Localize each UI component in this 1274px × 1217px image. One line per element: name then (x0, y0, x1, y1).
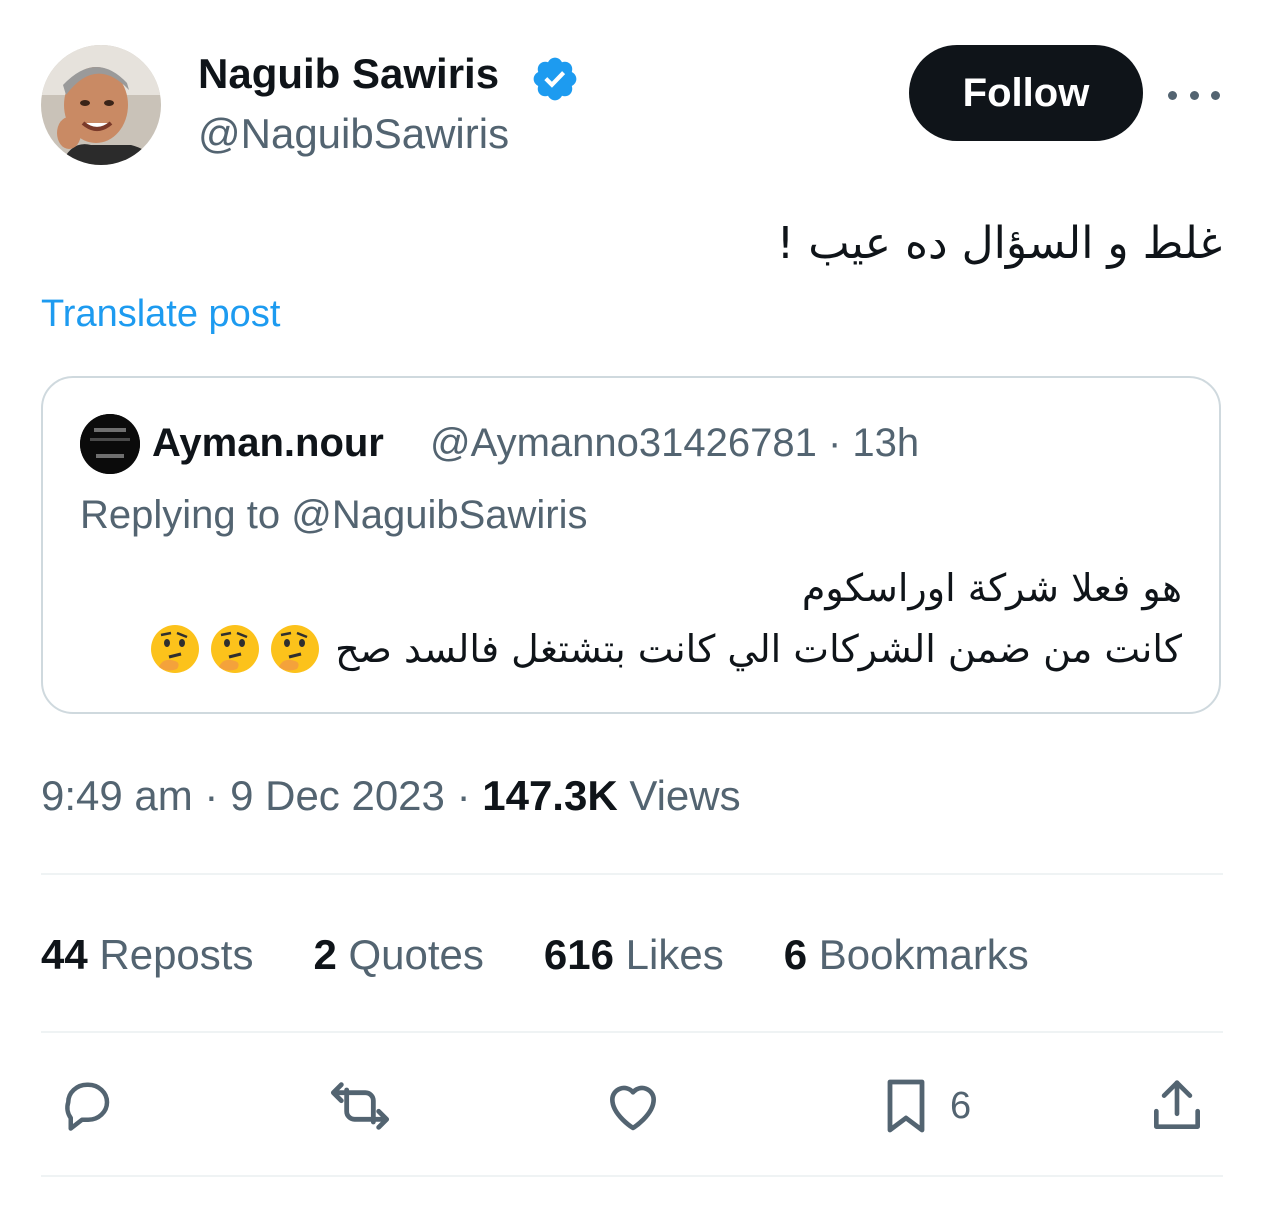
follow-button[interactable]: Follow (909, 45, 1143, 141)
quotes-count: 2 (313, 931, 337, 978)
quotes-stat[interactable]: 2 Quotes (313, 928, 483, 982)
engagement-stats: 44 Reposts 2 Quotes 616 Likes 6 Bookmark… (41, 928, 1089, 982)
thinking-face-icon (151, 625, 200, 673)
replying-prefix: Replying to (80, 493, 292, 537)
bookmark-icon[interactable] (874, 1074, 938, 1138)
heart-icon[interactable] (601, 1074, 665, 1138)
quote-text-line-1: هو فعلا شركة اوراسكوم (801, 566, 1182, 610)
verified-badge-icon (530, 54, 580, 104)
author-handle[interactable]: @NaguibSawiris (198, 108, 509, 160)
divider (41, 1031, 1223, 1033)
more-horizontal-icon[interactable] (1168, 78, 1220, 112)
thinking-face-icon (271, 625, 320, 673)
views-count: 147.3K (482, 772, 618, 819)
divider (41, 873, 1223, 875)
bookmarks-stat[interactable]: 6 Bookmarks (784, 928, 1029, 982)
reply-icon[interactable] (55, 1074, 119, 1138)
thinking-emoji-group (141, 623, 321, 675)
post-text: غلط و السؤال ده عيب ! (776, 218, 1222, 269)
likes-count: 616 (543, 931, 614, 978)
bookmark-count: 6 (950, 1085, 972, 1127)
quote-author-meta: @Aymanno31426781 · 13h (430, 421, 920, 465)
replying-handle: @NaguibSawiris (291, 493, 588, 537)
time-date: 9:49 am · 9 Dec 2023 · (41, 772, 483, 819)
quote-text-line-2: كانت من ضمن الشركات الي كانت بتشتغل فالس… (141, 620, 1182, 678)
share-icon[interactable] (1145, 1074, 1209, 1138)
likes-stat[interactable]: 616 Likes (544, 928, 724, 982)
reposts-label: Reposts (87, 931, 254, 978)
reposts-stat[interactable]: 44 Reposts (41, 928, 253, 982)
quote-author-avatar[interactable] (80, 414, 140, 474)
author-name[interactable]: Naguib Sawiris (198, 48, 499, 100)
quote-replying-to: Replying to @NaguibSawiris (80, 490, 588, 540)
bookmarks-label: Bookmarks (807, 931, 1029, 978)
author-avatar[interactable] (41, 45, 161, 165)
likes-label: Likes (614, 931, 724, 978)
post-timestamp[interactable]: 9:49 am · 9 Dec 2023 · 147.3K Views (41, 770, 741, 822)
translate-post-link[interactable]: Translate post (41, 290, 280, 338)
bookmarks-count: 6 (783, 931, 808, 978)
repost-icon[interactable] (328, 1074, 392, 1138)
quote-text-line-2-text: كانت من ضمن الشركات الي كانت بتشتغل فالس… (335, 627, 1182, 671)
views-label: Views (617, 772, 741, 819)
reposts-count: 44 (41, 931, 88, 978)
divider (41, 1175, 1223, 1177)
thinking-face-icon (211, 625, 260, 673)
quotes-label: Quotes (336, 931, 484, 978)
quote-author-name: Ayman.nour (152, 421, 384, 465)
